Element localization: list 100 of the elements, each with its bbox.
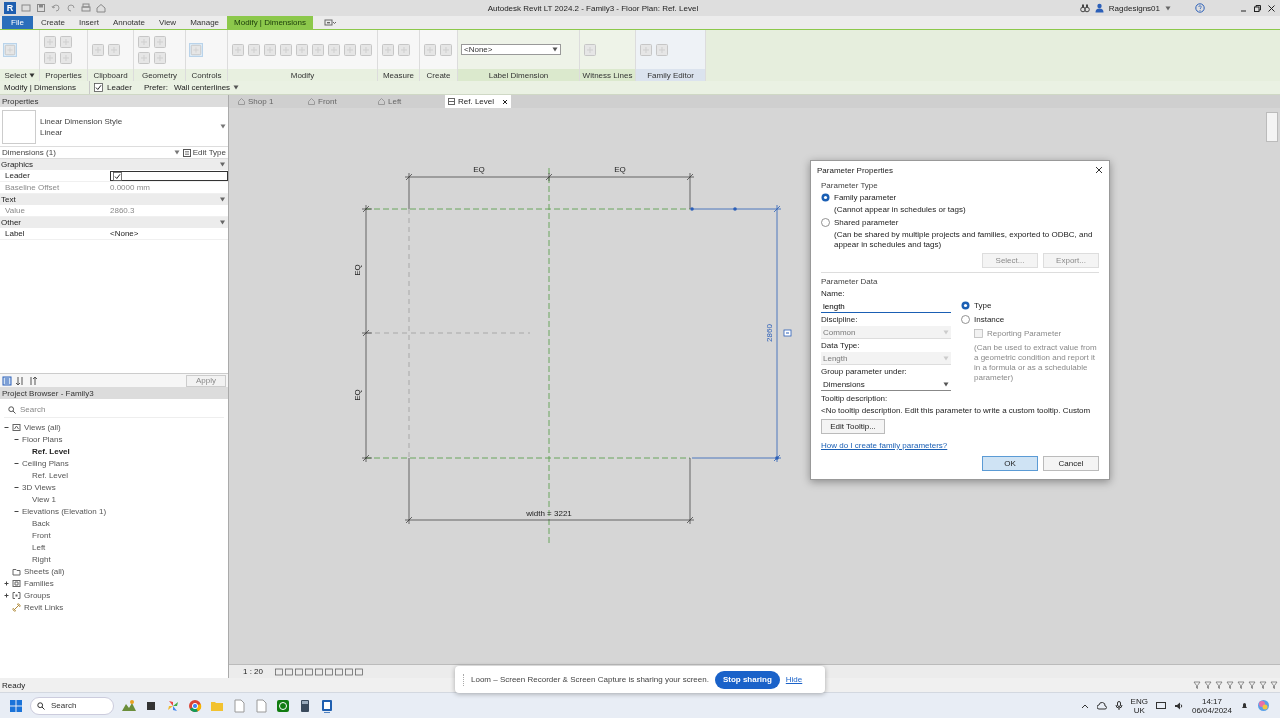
tool-icon[interactable] (153, 34, 167, 49)
microphone-icon[interactable] (1114, 701, 1123, 710)
app-icon[interactable] (320, 698, 334, 713)
tree-item[interactable]: Families (24, 578, 54, 588)
dimension-label[interactable]: EQ (473, 165, 485, 174)
collapse-icon[interactable] (220, 197, 225, 202)
tool-icon[interactable] (43, 34, 57, 49)
tree-item[interactable]: Ref. Level (32, 470, 69, 480)
print-icon[interactable] (81, 3, 91, 13)
user-icon[interactable] (1094, 3, 1104, 13)
tree-item[interactable]: Revit Links (24, 602, 64, 612)
ribbon-tab[interactable]: Create (34, 16, 71, 29)
tool-icon[interactable] (137, 50, 151, 65)
tool-icon[interactable] (311, 42, 325, 57)
sort-descending-icon[interactable] (28, 375, 38, 386)
collapse-icon[interactable] (13, 460, 19, 466)
witness-line[interactable] (690, 207, 782, 211)
calculator-icon[interactable] (298, 698, 312, 713)
dimension-line[interactable] (773, 204, 781, 463)
tree-item[interactable]: Views (all) (24, 422, 61, 432)
dimension-label[interactable]: EQ (353, 389, 362, 401)
property-checkbox-field[interactable] (110, 171, 228, 181)
speaker-icon[interactable] (1173, 701, 1184, 710)
collapse-icon[interactable] (3, 424, 9, 430)
collapse-icon[interactable] (220, 162, 225, 167)
help-icon[interactable] (1195, 3, 1205, 13)
tool-icon[interactable] (153, 50, 167, 65)
close-icon[interactable] (1095, 166, 1103, 174)
tool-icon[interactable] (439, 42, 453, 57)
dimension-label[interactable]: width = 3221 (526, 509, 572, 518)
tool-icon[interactable] (137, 34, 151, 49)
document-icon[interactable] (232, 698, 246, 713)
tool-icon[interactable] (343, 42, 357, 57)
edit-type-button[interactable]: Edit Type (182, 148, 226, 157)
tree-item[interactable]: Sheets (all) (24, 566, 65, 576)
sort-ascending-icon[interactable] (15, 375, 25, 386)
document-icon[interactable] (254, 698, 268, 713)
cloud-icon[interactable] (1096, 701, 1107, 710)
radio-button[interactable] (961, 315, 970, 324)
tool-icon[interactable] (295, 42, 309, 57)
tree-item[interactable]: Ceiling Plans (22, 458, 69, 468)
tool-icon[interactable] (397, 42, 411, 57)
drag-handle-icon[interactable] (783, 329, 792, 337)
expand-icon[interactable] (3, 592, 9, 598)
tool-icon[interactable] (423, 42, 437, 57)
tool-icon[interactable] (107, 42, 121, 57)
tree-item[interactable]: Groups (24, 590, 51, 600)
categories-icon[interactable] (2, 375, 12, 386)
collapse-icon[interactable] (13, 436, 19, 442)
panel-toggle-icon[interactable] (322, 16, 337, 29)
document-tab[interactable]: Left (375, 95, 441, 108)
close-icon[interactable] (1267, 3, 1276, 13)
document-tab[interactable]: Front (305, 95, 371, 108)
tool-icon[interactable] (43, 50, 57, 65)
dimension-label[interactable]: 2860 (765, 324, 774, 342)
checkbox[interactable] (94, 83, 103, 92)
dialog-button[interactable]: OK (982, 456, 1038, 471)
type-selector[interactable]: Linear Dimension Style Linear (0, 107, 228, 147)
tool-icon[interactable] (263, 42, 277, 57)
hide-link[interactable]: Hide (785, 675, 803, 684)
ribbon-tab[interactable]: Modify | Dimensions (227, 16, 313, 29)
ribbon-tab[interactable]: View (152, 16, 183, 29)
checkbox[interactable] (113, 171, 122, 181)
copilot-icon[interactable] (1257, 699, 1270, 712)
tool-icon[interactable] (91, 42, 105, 57)
dialog-button[interactable]: Edit Tooltip... (821, 419, 885, 434)
expand-icon[interactable] (3, 580, 9, 586)
browser-icon[interactable] (188, 698, 202, 713)
tool-icon[interactable] (327, 42, 341, 57)
search-field[interactable]: Search (30, 696, 114, 715)
windows-logo-icon[interactable] (10, 699, 22, 712)
tool-icon[interactable] (279, 42, 293, 57)
dimension-label[interactable]: EQ (614, 165, 626, 174)
tree-item[interactable]: Left (32, 542, 46, 552)
house-icon[interactable] (96, 3, 106, 13)
monitor-icon[interactable] (1155, 701, 1166, 710)
ribbon-tab[interactable]: Manage (184, 16, 226, 29)
bell-icon[interactable] (1240, 701, 1249, 710)
binoculars-icon[interactable] (1079, 3, 1090, 13)
landscape-widget-icon[interactable] (122, 698, 136, 713)
ribbon-tab[interactable]: Insert (72, 16, 105, 29)
ribbon-tab[interactable]: File (2, 16, 33, 29)
stop-sharing-button[interactable]: Stop sharing (714, 670, 780, 689)
witness-line[interactable] (691, 456, 782, 460)
window-icon[interactable] (21, 3, 31, 13)
tool-icon[interactable] (59, 50, 73, 65)
tool-icon[interactable] (231, 42, 245, 57)
collapse-icon[interactable] (220, 220, 225, 225)
radio-button[interactable] (821, 193, 830, 202)
tree-item[interactable]: 3D Views (22, 482, 56, 492)
pinwheel-icon[interactable] (166, 698, 180, 713)
help-link[interactable]: How do I create family parameters? (821, 441, 948, 450)
xbox-icon[interactable] (276, 698, 290, 713)
prefer-dropdown[interactable]: Wall centerlines (171, 83, 242, 92)
ribbon-tab[interactable]: Annotate (106, 16, 151, 29)
tree-item[interactable]: View 1 (32, 494, 56, 504)
close-icon[interactable] (502, 98, 508, 105)
tree-item[interactable]: Right (32, 554, 51, 564)
radio-button[interactable] (961, 301, 970, 310)
tree-item[interactable]: Back (32, 518, 50, 528)
